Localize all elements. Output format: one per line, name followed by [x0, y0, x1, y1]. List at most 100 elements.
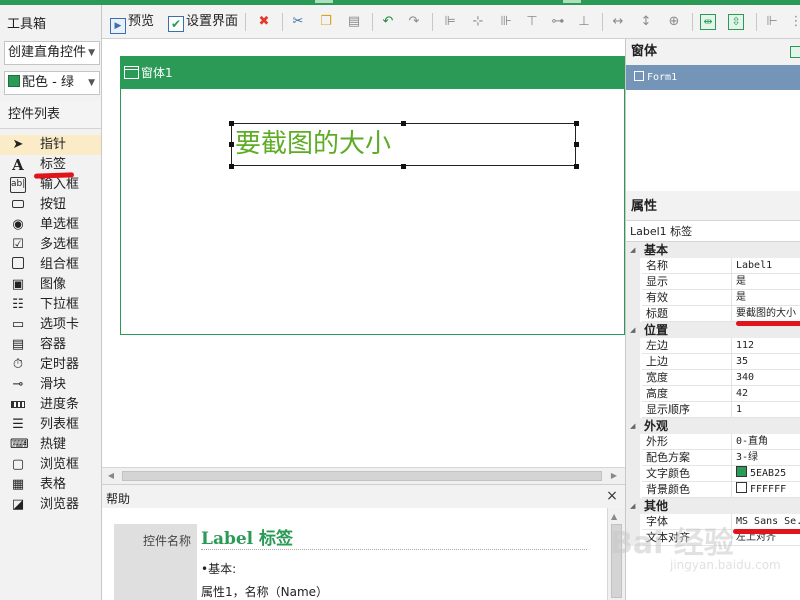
property-row[interactable]: 配色方案 3-绿	[626, 450, 800, 466]
add-window-icon[interactable]	[790, 46, 800, 58]
property-row[interactable]: 左边 112	[626, 338, 800, 354]
control-item-progressbar[interactable]: 进度条	[0, 395, 101, 415]
control-item-label: 浏览器	[40, 497, 80, 512]
help-panel: 帮助 × 控件名称 Label 标签 •基本: 属性1，名称（Name） ▲	[102, 484, 625, 600]
property-category-appearance[interactable]: ◢ 外观	[626, 418, 800, 434]
help-vertical-scrollbar[interactable]: ▲	[607, 508, 625, 600]
distribute-horizontal-icon[interactable]: ⊩	[764, 14, 780, 30]
resize-handle[interactable]	[401, 121, 406, 126]
resize-handle[interactable]	[229, 142, 234, 147]
check-icon: ✔	[168, 16, 184, 32]
cut-icon[interactable]: ✂	[290, 14, 306, 30]
resize-handle[interactable]	[229, 164, 234, 169]
control-item-label: 进度条	[40, 397, 80, 412]
preview-icon: ▶	[110, 18, 126, 34]
form-icon	[634, 71, 644, 81]
control-item-button[interactable]: 按钮	[0, 195, 101, 215]
scrollbar-thumb[interactable]	[611, 524, 622, 598]
control-item-timer[interactable]: ⏱ 定时器	[0, 355, 101, 375]
checkbox-icon: ☑	[12, 237, 24, 252]
form-titlebar[interactable]: 窗体1	[121, 57, 624, 89]
scrollbar-thumb[interactable]	[122, 471, 602, 481]
control-item-table[interactable]: ▦ 表格	[0, 475, 101, 495]
property-row[interactable]: 背景颜色 FFFFFF	[626, 482, 800, 498]
color-scheme-combo[interactable]: 配色 - 绿 ▼	[4, 71, 100, 95]
annotation-underline	[733, 529, 800, 534]
control-item-tab[interactable]: ▭ 选项卡	[0, 315, 101, 335]
property-row[interactable]: 名称 Label1	[626, 258, 800, 274]
same-width-icon[interactable]: ↔	[610, 14, 626, 30]
close-icon[interactable]: ×	[605, 488, 619, 504]
window-list: Form1	[626, 65, 800, 191]
property-row[interactable]: 标题 要截图的大小	[626, 306, 800, 322]
scroll-right-icon[interactable]: ▶	[608, 470, 620, 482]
distribute-vertical-icon[interactable]: ⋮	[788, 14, 800, 30]
control-item-slider[interactable]: ⊸ 滑块	[0, 375, 101, 395]
control-item-label: 容器	[40, 337, 67, 352]
help-key-label: 控件名称	[142, 534, 191, 548]
control-item-label-ctl[interactable]: A 标签	[0, 155, 101, 175]
copy-icon[interactable]: ❐	[318, 14, 334, 30]
align-center-icon[interactable]: ⊹	[470, 14, 486, 30]
form-window[interactable]: 窗体1 要截图的大小	[120, 56, 625, 335]
scroll-left-icon[interactable]: ◀	[105, 470, 117, 482]
property-category-other[interactable]: ◢ 其他	[626, 498, 800, 514]
control-item-image[interactable]: ▣ 图像	[0, 275, 101, 295]
control-item-checkbox[interactable]: ☑ 多选框	[0, 235, 101, 255]
align-right-icon[interactable]: ⊪	[498, 14, 514, 30]
redo-icon[interactable]: ↷	[406, 14, 422, 30]
control-item-hotkey[interactable]: ⌨ 热键	[0, 435, 101, 455]
control-item-label: 列表框	[40, 417, 80, 432]
same-size-icon[interactable]: ⊕	[666, 14, 682, 30]
window-list-item[interactable]: Form1	[626, 65, 800, 90]
control-item-listbox[interactable]: ☰ 列表框	[0, 415, 101, 435]
property-row[interactable]: 显示顺序 1	[626, 402, 800, 418]
scroll-up-icon[interactable]: ▲	[611, 512, 617, 521]
resize-handle[interactable]	[574, 164, 579, 169]
property-row[interactable]: 上边 35	[626, 354, 800, 370]
properties-panel-title: 属性	[631, 199, 658, 214]
property-row[interactable]: 有效是	[626, 290, 800, 306]
collapse-icon: ◢	[630, 422, 636, 430]
delete-icon[interactable]: ✖	[256, 14, 272, 30]
property-object-selector[interactable]: Label1 标签	[626, 220, 800, 242]
paste-icon[interactable]: ▤	[346, 14, 362, 30]
create-mode-combo[interactable]: 创建直角控件 ▼	[4, 41, 100, 65]
control-item-pointer[interactable]: ➤ 指针	[0, 135, 101, 155]
center-horizontal-icon[interactable]: ⇹	[700, 14, 716, 30]
control-item-browsebox[interactable]: ▢ 浏览框	[0, 455, 101, 475]
control-item-dropdown[interactable]: ☷ 下拉框	[0, 295, 101, 315]
property-row[interactable]: 外形 0-直角	[626, 434, 800, 450]
resize-handle[interactable]	[574, 121, 579, 126]
windows-panel-title: 窗体	[631, 44, 658, 59]
help-text: 属性1，名称（Name）	[201, 585, 329, 599]
property-row[interactable]: 显示是	[626, 274, 800, 290]
control-item-groupbox[interactable]: 组合框	[0, 255, 101, 275]
align-middle-icon[interactable]: ⊶	[550, 14, 566, 30]
design-horizontal-scrollbar[interactable]: ◀ ▶	[102, 467, 625, 484]
same-height-icon[interactable]: ↕	[638, 14, 654, 30]
preview-button[interactable]: ▶ 预览	[110, 12, 154, 34]
property-category-basic[interactable]: ◢ 基本	[626, 242, 800, 258]
align-top-icon[interactable]: ⊤	[524, 14, 540, 30]
resize-handle[interactable]	[229, 121, 234, 126]
resize-handle[interactable]	[574, 142, 579, 147]
control-item-radio[interactable]: ◉ 单选框	[0, 215, 101, 235]
control-item-container[interactable]: ▤ 容器	[0, 335, 101, 355]
undo-icon[interactable]: ↶	[380, 14, 396, 30]
listbox-icon: ☰	[12, 417, 24, 432]
property-row[interactable]: 字体MS Sans Se...	[626, 514, 800, 530]
slider-icon: ⊸	[12, 377, 24, 392]
align-bottom-icon[interactable]: ⊥	[576, 14, 592, 30]
property-row[interactable]: 文字颜色 5EAB25	[626, 466, 800, 482]
resize-handle[interactable]	[401, 164, 406, 169]
control-item-label: 单选框	[40, 217, 80, 232]
label-control[interactable]: 要截图的大小	[231, 123, 576, 166]
property-row[interactable]: 宽度 340	[626, 370, 800, 386]
control-item-browser[interactable]: ◪ 浏览器	[0, 495, 101, 515]
control-item-label: 表格	[40, 477, 67, 492]
align-left-icon[interactable]: ⊫	[442, 14, 458, 30]
center-vertical-icon[interactable]: ⇳	[728, 14, 744, 30]
design-ui-button[interactable]: ✔ 设置界面	[168, 12, 238, 32]
property-row[interactable]: 高度 42	[626, 386, 800, 402]
